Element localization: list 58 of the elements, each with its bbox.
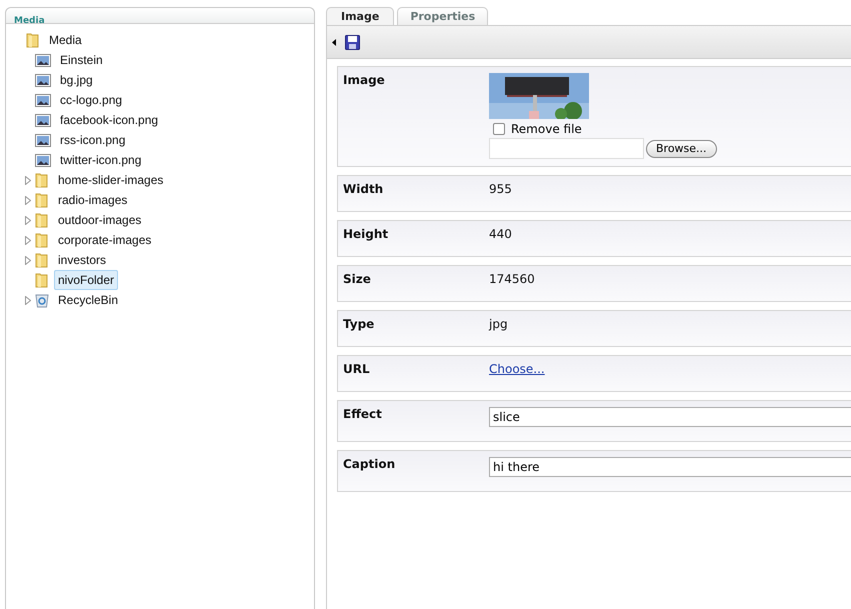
text-field[interactable]: slice (489, 407, 851, 427)
checkbox[interactable] (493, 123, 505, 135)
image-icon (35, 114, 51, 126)
tree-item[interactable]: RecycleBin (54, 290, 122, 310)
expand-icon[interactable] (25, 296, 31, 304)
recycle-bin-icon (35, 292, 49, 308)
image-icon (35, 94, 51, 106)
browse-button[interactable]: Browse... (646, 140, 717, 158)
image-icon (35, 154, 51, 166)
property-label: Effect (343, 407, 383, 423)
property-value: 174560 (489, 272, 535, 286)
expand-icon[interactable] (25, 236, 31, 244)
panel-title: Media (14, 16, 45, 26)
property-label: Size (343, 272, 372, 288)
expand-icon[interactable] (25, 216, 31, 224)
expand-icon[interactable] (25, 256, 31, 264)
folder-icon (35, 232, 49, 248)
folder-icon (35, 192, 49, 208)
folder-icon (26, 32, 40, 48)
tree-item[interactable]: corporate-images (54, 230, 156, 250)
tree-item[interactable]: bg.jpg (56, 70, 97, 90)
tree-item[interactable]: Einstein (56, 50, 107, 70)
image-icon (35, 74, 51, 86)
folder-icon (35, 212, 49, 228)
choose-link[interactable]: Choose... (489, 362, 545, 376)
folder-icon (35, 172, 49, 188)
property-label: Type (343, 317, 376, 333)
tree-item[interactable]: radio-images (54, 190, 132, 210)
tree-item[interactable]: home-slider-images (54, 170, 168, 190)
text-field[interactable]: hi there (489, 457, 851, 477)
tree-item[interactable]: cc-logo.png (56, 90, 126, 110)
image-icon (35, 134, 51, 146)
tree-item[interactable]: facebook-icon.png (56, 110, 162, 130)
tree-item[interactable]: nivoFolder (54, 270, 118, 290)
file-field[interactable] (489, 138, 644, 159)
checkbox-label: Remove file (511, 122, 582, 136)
image-icon (35, 54, 51, 66)
expand-icon[interactable] (25, 176, 31, 184)
expand-icon[interactable] (25, 196, 31, 204)
tree-item[interactable]: twitter-icon.png (56, 150, 146, 170)
property-label: URL (343, 362, 371, 378)
save-icon[interactable] (345, 34, 360, 50)
tree-item[interactable]: investors (54, 250, 110, 270)
property-label: Height (343, 227, 390, 243)
tree-item[interactable]: rss-icon.png (56, 130, 130, 150)
property-label: Caption (343, 457, 396, 473)
property-value: 955 (489, 182, 512, 196)
tab[interactable]: Properties (397, 7, 488, 25)
property-label: Image (343, 73, 386, 89)
tree-item[interactable]: outdoor-images (54, 210, 146, 230)
tab[interactable]: Image (326, 7, 394, 25)
property-label: Width (343, 182, 384, 198)
tree-item[interactable]: Media (45, 30, 86, 50)
folder-icon (35, 272, 49, 288)
property-value: jpg (489, 317, 508, 331)
folder-icon (35, 252, 49, 268)
property-value: 440 (489, 227, 512, 241)
collapse-icon[interactable] (332, 38, 336, 46)
